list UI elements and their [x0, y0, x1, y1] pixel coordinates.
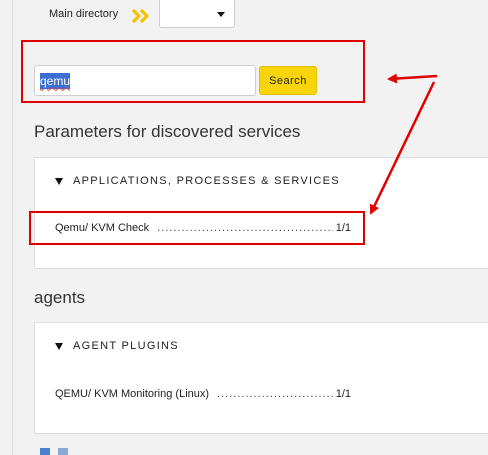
arrow-to-search	[387, 73, 438, 84]
group-header-applications[interactable]: APPLICATIONS, PROCESSES & SERVICES	[55, 175, 340, 187]
triangle-down-icon	[55, 342, 63, 350]
main-directory-select[interactable]	[159, 0, 235, 28]
dot-leader: ........................................…	[157, 222, 333, 234]
list-item-count: 1/1	[335, 388, 351, 400]
search-input-value: qemu	[40, 72, 71, 89]
main-directory-label: Main directory	[49, 8, 119, 20]
search-button[interactable]: Search	[259, 66, 317, 95]
search-input[interactable]: qemu	[34, 65, 256, 96]
card-agent-plugins: AGENT PLUGINS QEMU/ KVM Monitoring (Linu…	[34, 322, 488, 434]
dot-leader: ........................................…	[217, 388, 333, 400]
double-chevron-right-icon	[131, 8, 149, 24]
expand-icon[interactable]	[40, 448, 50, 455]
card-applications-processes-services: APPLICATIONS, PROCESSES & SERVICES Qemu/…	[34, 157, 488, 269]
list-item-label: QEMU/ KVM Monitoring (Linux)	[55, 388, 210, 400]
section-title-discovered-services: Parameters for discovered services	[34, 122, 301, 141]
group-header-label: APPLICATIONS, PROCESSES & SERVICES	[73, 175, 340, 187]
group-header-label: AGENT PLUGINS	[73, 340, 179, 352]
chevron-down-icon	[217, 12, 225, 17]
list-item-qemu-kvm-check[interactable]: Qemu/ KVM Check ........................…	[55, 222, 351, 234]
list-item-qemu-kvm-monitoring[interactable]: QEMU/ KVM Monitoring (Linux) ...........…	[55, 388, 351, 400]
left-rail	[0, 0, 13, 455]
triangle-down-icon	[55, 177, 63, 185]
bottom-toolbar	[40, 448, 68, 455]
collapse-icon[interactable]	[58, 448, 68, 455]
section-title-agents: agents	[34, 288, 86, 307]
list-item-count: 1/1	[335, 222, 351, 234]
group-header-agent-plugins[interactable]: AGENT PLUGINS	[55, 340, 179, 352]
list-item-label: Qemu/ KVM Check	[55, 222, 150, 234]
